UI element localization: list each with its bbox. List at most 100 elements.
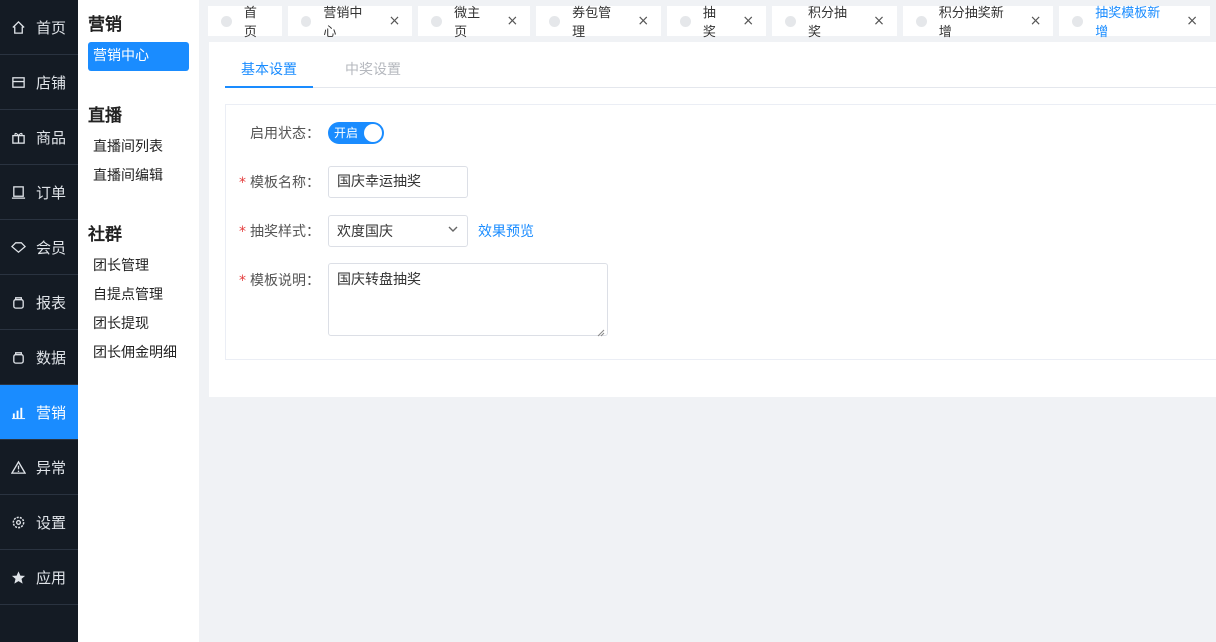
submenu-group-community: 社群 (88, 225, 122, 245)
submenu-item-leader-manage[interactable]: 团长管理 (88, 252, 189, 281)
content-panel: 基本设置 中奖设置 启用状态： 开启 * 模板名称： 国庆幸运抽奖 * 抽奖样式： … (209, 42, 1216, 397)
close-icon[interactable]: × (637, 13, 649, 29)
nav-label: 会员 (36, 238, 67, 257)
nav-item-home[interactable]: 首页 (0, 0, 78, 55)
template-name-input[interactable]: 国庆幸运抽奖 (328, 166, 468, 198)
tab-label: 首页 (243, 6, 257, 40)
nav-label: 报表 (36, 293, 67, 312)
tab-coupon-pack[interactable]: 券包管理 × (536, 6, 662, 40)
tab-label: 抽奖模板新增 (1095, 6, 1161, 40)
form-row-name: * 模板名称： 国庆幸运抽奖 (226, 166, 468, 198)
lottery-style-select[interactable]: 欢度国庆 (328, 215, 468, 247)
nav-label: 首页 (36, 18, 67, 37)
form-row-desc: * 模板说明： 国庆转盘抽奖 (226, 263, 608, 337)
nav-label: 数据 (36, 348, 67, 367)
tab-label: 积分抽奖新增 (938, 6, 1004, 40)
tab-marketing-center[interactable]: 营销中心 × (287, 6, 413, 40)
submenu-item-live-edit[interactable]: 直播间编辑 (88, 162, 189, 191)
tab-lottery[interactable]: 抽奖 × (667, 6, 767, 40)
nav-label: 设置 (36, 513, 67, 532)
tab-points-lottery[interactable]: 积分抽奖 × (772, 6, 897, 40)
tab-dot (221, 15, 232, 27)
desc-label: * 模板说明： (239, 273, 320, 289)
form-tabs: 基本设置 中奖设置 (225, 56, 1216, 88)
star-icon (10, 569, 26, 585)
submenu-item-leader-commission[interactable]: 团长佣金明细 (88, 339, 189, 368)
tab-label: 微主页 (454, 6, 481, 40)
submenu-item-pickup-manage[interactable]: 自提点管理 (88, 281, 189, 310)
tab-dot (680, 15, 691, 27)
close-icon[interactable]: × (1186, 13, 1198, 29)
submenu-item-marketing-center[interactable]: 营销中心 (88, 42, 189, 71)
nav-item-marketing[interactable]: 营销 (0, 385, 78, 440)
submenu-item-leader-withdraw[interactable]: 团长提现 (88, 310, 189, 339)
gear-icon (10, 514, 26, 530)
status-label: 启用状态： (250, 126, 320, 142)
resize-grip-icon[interactable] (597, 325, 605, 337)
tab-basic-settings[interactable]: 基本设置 (225, 56, 313, 88)
required-mark: * (239, 224, 246, 240)
tab-dot (1072, 15, 1084, 27)
nav-label: 异常 (36, 458, 67, 477)
chevron-down-icon (447, 223, 459, 239)
tab-home[interactable]: 首页 (208, 6, 282, 40)
nav-label: 营销 (36, 403, 67, 422)
nav-item-goods[interactable]: 商品 (0, 110, 78, 165)
tab-prize-settings[interactable]: 中奖设置 (345, 56, 401, 88)
required-mark: * (239, 175, 246, 191)
submenu-group-live: 直播 (88, 106, 122, 126)
submenu-group-marketing: 营销 (88, 15, 122, 35)
shop-icon (10, 74, 26, 90)
tab-lottery-template-add[interactable]: 抽奖模板新增 × (1059, 6, 1210, 40)
toggle-knob (364, 124, 382, 142)
warning-icon (10, 459, 26, 475)
tab-dot (431, 15, 443, 27)
nav-item-exception[interactable]: 异常 (0, 440, 78, 495)
submenu-item-live-list[interactable]: 直播间列表 (88, 133, 189, 162)
preview-link[interactable]: 效果预览 (478, 221, 534, 241)
nav-item-data[interactable]: 数据 (0, 330, 78, 385)
data-icon (10, 349, 26, 365)
close-icon[interactable]: × (873, 13, 885, 29)
close-icon[interactable]: × (389, 13, 401, 29)
nav-item-shop[interactable]: 店铺 (0, 55, 78, 110)
nav-label: 店铺 (36, 73, 67, 92)
tab-dot (915, 15, 927, 27)
tab-micro-home[interactable]: 微主页 × (418, 6, 531, 40)
status-toggle[interactable]: 开启 (328, 122, 384, 144)
required-mark: * (239, 273, 246, 289)
close-icon[interactable]: × (742, 13, 754, 29)
tab-dot (549, 15, 561, 27)
gift-icon (10, 129, 26, 145)
tab-label: 营销中心 (323, 6, 363, 40)
lottery-style-value: 欢度国庆 (337, 224, 393, 240)
template-desc-textarea[interactable]: 国庆转盘抽奖 (328, 263, 608, 337)
nav-item-member[interactable]: 会员 (0, 220, 78, 275)
nav-item-apps[interactable]: 应用 (0, 550, 78, 605)
status-toggle-text: 开启 (334, 126, 359, 140)
nav-label: 商品 (36, 128, 67, 147)
template-form: 启用状态： 开启 * 模板名称： 国庆幸运抽奖 * 抽奖样式： 欢度国庆 效果预览 … (225, 104, 1216, 360)
marketing-icon (10, 404, 26, 420)
page-tabs: 首页 营销中心 × 微主页 × 券包管理 × 抽奖 × 积分抽奖 × 积分抽奖新… (208, 6, 1216, 40)
nav-label: 应用 (36, 568, 67, 587)
member-icon (10, 239, 26, 255)
nav-label: 订单 (36, 183, 67, 202)
nav-item-order[interactable]: 订单 (0, 165, 78, 220)
close-icon[interactable]: × (507, 13, 519, 29)
template-desc-value: 国庆转盘抽奖 (337, 272, 421, 288)
nav-item-report[interactable]: 报表 (0, 275, 78, 330)
tab-label: 券包管理 (572, 6, 612, 40)
report-icon (10, 294, 26, 310)
tab-points-lottery-add[interactable]: 积分抽奖新增 × (902, 6, 1054, 40)
form-row-style: * 抽奖样式： 欢度国庆 效果预览 (226, 215, 534, 247)
tab-dot (785, 15, 796, 27)
close-icon[interactable]: × (1030, 13, 1042, 29)
submenu: 营销 营销中心 直播 直播间列表 直播间编辑 社群 团长管理 自提点管理 团长提… (78, 0, 199, 642)
name-label: * 模板名称： (239, 175, 320, 191)
main-nav: 首页 店铺 商品 订单 会员 报表 数据 营销 异常 设置 应用 (0, 0, 78, 642)
style-label: * 抽奖样式： (239, 224, 320, 240)
tab-label: 抽奖 (702, 6, 716, 40)
home-icon (10, 19, 26, 35)
nav-item-settings[interactable]: 设置 (0, 495, 78, 550)
